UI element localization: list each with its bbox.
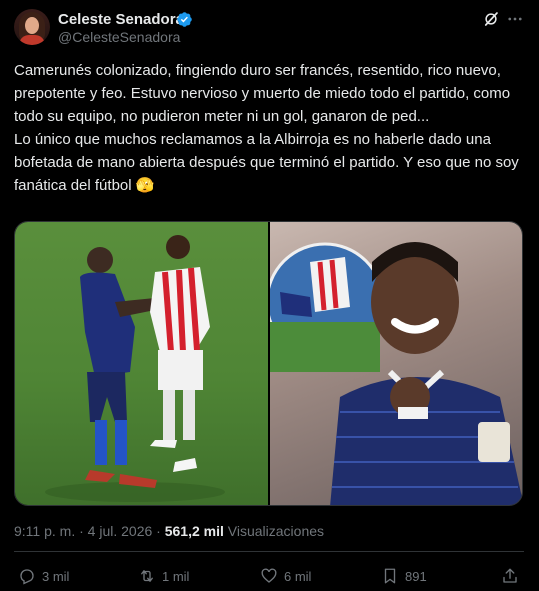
tweet-meta: 9:11 p. m. · 4 jul. 2026 · 561,2 mil Vis…: [14, 523, 324, 539]
like-button[interactable]: 6 mil: [260, 567, 311, 585]
tweet-media[interactable]: [14, 221, 523, 506]
verified-badge-icon: [177, 12, 192, 27]
bookmark-count: 891: [405, 568, 427, 584]
meta-separator: ·: [156, 523, 161, 539]
tweet-date[interactable]: 4 jul. 2026: [88, 523, 153, 539]
author-name[interactable]: Celeste Senadora: [58, 11, 184, 28]
tweet-time[interactable]: 9:11 p. m.: [14, 523, 75, 539]
photo-mbappe-smiling[interactable]: [265, 222, 522, 505]
views-count: 561,2 mil: [164, 523, 224, 539]
reply-button[interactable]: 3 mil: [18, 567, 69, 585]
reply-count: 3 mil: [42, 568, 70, 584]
repost-button[interactable]: 1 mil: [138, 567, 189, 585]
photo-players-confrontation[interactable]: [15, 222, 268, 505]
repost-icon: [141, 570, 153, 582]
like-count: 6 mil: [284, 568, 312, 584]
meta-separator: ·: [79, 523, 84, 539]
bookmark-button[interactable]: 891: [381, 567, 427, 585]
tweet-text: Camerunés colonizado, fingiendo duro ser…: [14, 62, 519, 194]
heart-icon: [261, 568, 277, 583]
repost-count: 1 mil: [162, 568, 190, 584]
grok-icon[interactable]: [482, 10, 500, 28]
avatar[interactable]: [14, 9, 50, 45]
bookmark-icon: [384, 568, 396, 584]
author-handle[interactable]: @CelesteSenadora: [58, 29, 180, 45]
share-icon: [503, 568, 517, 583]
tweet: Celeste Senadora @CelesteSenadora Cameru…: [0, 0, 539, 591]
views-label: Visualizaciones: [227, 523, 325, 539]
divider: [14, 551, 524, 552]
reply-icon: [20, 569, 34, 585]
more-options-icon[interactable]: [506, 10, 524, 28]
share-button[interactable]: [501, 567, 519, 585]
